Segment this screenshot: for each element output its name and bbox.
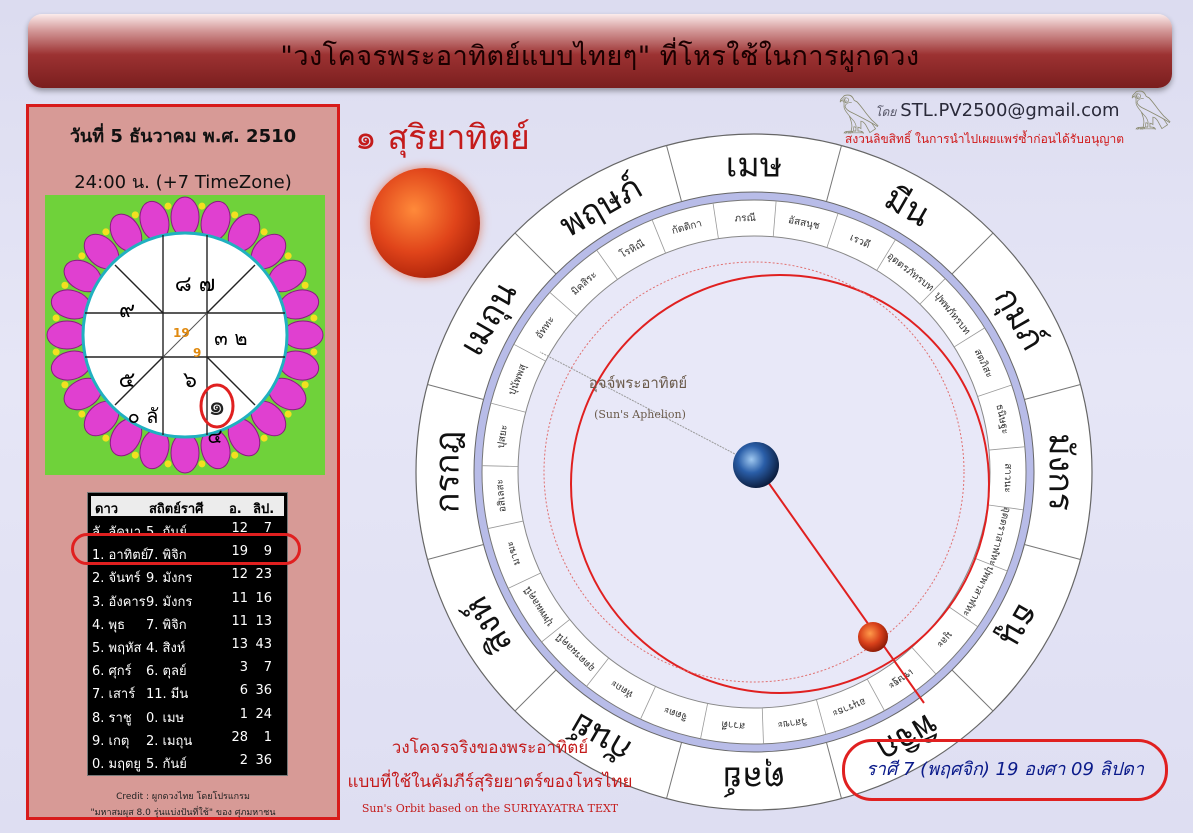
sun-orbit-icon	[858, 622, 888, 652]
zodiac-sign-label: กรกฎ	[428, 431, 468, 513]
orbit-caption-line3: Sun's Orbit based on the SURIYAYATRA TEX…	[361, 802, 619, 815]
zodiac-sign-label: ตุลย์	[723, 759, 786, 799]
zodiac-wheel: เมษพฤษภ์เมถุนกรกฎสิงห์กันย์ตุลย์พิจิกธนู…	[415, 133, 1093, 811]
nakshatra-label: ภรณี	[734, 212, 756, 225]
sun-position-text: ราศี 7 (พฤศจิก) 19 องศา 09 ลิปดา	[866, 759, 1144, 780]
earth-icon	[733, 442, 779, 488]
sun-position-result: ราศี 7 (พฤศจิก) 19 องศา 09 ลิปดา	[842, 739, 1168, 801]
nakshatra-label: สวาตี	[721, 718, 746, 732]
aphelion-label: อุจจ์พระอาทิตย์	[589, 374, 687, 393]
zodiac-sign-label: เมษ	[726, 146, 782, 186]
nakshatra-label: สาวนะ	[1002, 463, 1014, 493]
orbit-caption-line2: แบบที่ใช้ในคัมภีร์สุริยยาตร์ของโหรไทย	[347, 772, 633, 792]
orbit-caption-line1: วงโคจรจริงของพระอาทิตย์	[391, 738, 589, 758]
zodiac-sign-label: มังกร	[1041, 433, 1081, 511]
aphelion-label-en: (Sun's Aphelion)	[594, 408, 686, 421]
